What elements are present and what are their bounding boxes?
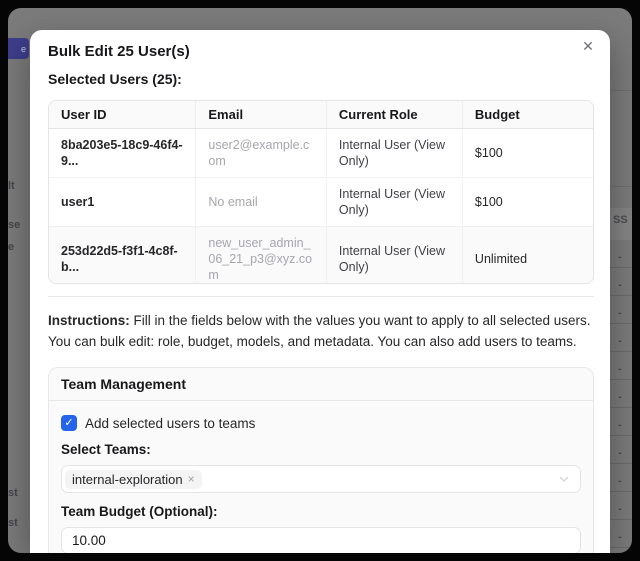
background-dash-fragment: - (618, 308, 622, 318)
table-header-row: User ID Email Current Role Budget (49, 101, 593, 129)
team-tag[interactable]: internal-exploration × (65, 470, 202, 489)
instructions-label: Instructions: (48, 313, 130, 328)
email-cell: No email (196, 178, 327, 227)
current-role-cell: Internal User (View Only) (326, 227, 462, 285)
background-dash-fragment: - (618, 504, 622, 514)
background-column-header-fragment: SS (613, 214, 628, 226)
column-header-user-id: User ID (49, 101, 196, 129)
background-dash-fragment: - (618, 448, 622, 458)
add-users-checkbox[interactable]: ✓ (61, 415, 77, 431)
add-users-checkbox-label[interactable]: Add selected users to teams (85, 416, 255, 431)
background-table-edge: SS - - - - - - - - - - - (608, 8, 632, 553)
team-management-card: Team Management ✓ Add selected users to … (48, 367, 594, 553)
background-text-fragment: se (8, 219, 20, 231)
column-header-budget: Budget (462, 101, 593, 129)
instructions-text: Instructions: Fill in the fields below w… (48, 310, 594, 352)
chevron-down-icon[interactable] (558, 473, 570, 485)
current-role-cell: Internal User (View Only) (326, 129, 462, 178)
tag-remove-icon[interactable]: × (188, 472, 195, 487)
user-id-cell: 253d22d5-f3f1-4c8f-b... (49, 227, 196, 285)
background-dash-fragment: - (618, 280, 622, 290)
table-row[interactable]: 253d22d5-f3f1-4c8f-b... new_user_admin_0… (49, 227, 593, 285)
close-icon[interactable]: ✕ (578, 36, 598, 56)
background-text-fragment: st (8, 517, 18, 529)
select-teams-label: Select Teams: (61, 442, 581, 458)
budget-cell: $100 (462, 129, 593, 178)
background-text-fragment: e (8, 241, 14, 253)
dimmed-page-background: e lt se e st st SS - - - - - - - - - - - Bulk Edit… (8, 8, 632, 553)
background-button-fragment: e (8, 38, 29, 59)
email-cell: new_user_admin_06_21_p3@xyz.com (196, 227, 327, 285)
current-role-cell: Internal User (View Only) (326, 178, 462, 227)
background-dash-fragment: - (618, 364, 622, 374)
user-id-cell: 8ba203e5-18c9-46f4-9... (49, 129, 196, 178)
background-text-fragment: st (8, 487, 18, 499)
team-management-title: Team Management (49, 368, 593, 401)
email-cell: user2@example.com (196, 129, 327, 178)
teams-multiselect[interactable]: internal-exploration × (61, 465, 581, 493)
background-text-fragment: lt (8, 180, 15, 192)
table-row[interactable]: 8ba203e5-18c9-46f4-9... user2@example.co… (49, 129, 593, 178)
team-tag-label: internal-exploration (72, 472, 183, 487)
budget-cell: Unlimited (462, 227, 593, 285)
table-row[interactable]: user1 No email Internal User (View Only)… (49, 178, 593, 227)
background-dash-fragment: - (618, 532, 622, 542)
budget-cell: $100 (462, 178, 593, 227)
background-dash-fragment: - (618, 392, 622, 402)
section-divider (48, 296, 594, 297)
background-dash-fragment: - (618, 420, 622, 430)
selected-users-table[interactable]: User ID Email Current Role Budget 8ba203… (48, 100, 594, 284)
bulk-edit-modal: Bulk Edit 25 User(s) ✕ Selected Users (2… (30, 30, 610, 553)
selected-users-table-body: 8ba203e5-18c9-46f4-9... user2@example.co… (49, 129, 593, 285)
background-dash-fragment: - (618, 336, 622, 346)
user-id-cell: user1 (49, 178, 196, 227)
background-dash-fragment: - (618, 252, 622, 262)
team-budget-input[interactable] (61, 527, 581, 553)
column-header-current-role: Current Role (326, 101, 462, 129)
modal-title: Bulk Edit 25 User(s) (48, 42, 594, 62)
background-dash-fragment: - (618, 476, 622, 486)
team-budget-label: Team Budget (Optional): (61, 504, 581, 520)
column-header-email: Email (196, 101, 327, 129)
selected-users-label: Selected Users (25): (48, 70, 594, 88)
